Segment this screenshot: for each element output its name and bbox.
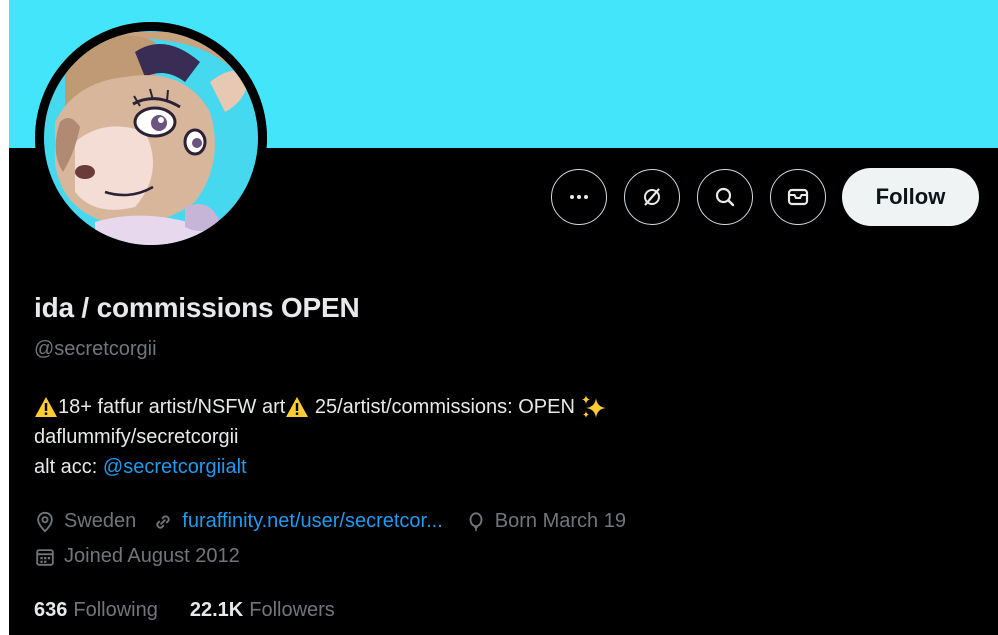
avatar[interactable]: [35, 22, 267, 254]
search-button[interactable]: [697, 169, 753, 225]
followers-link[interactable]: 22.1K Followers: [190, 599, 335, 622]
profile-handle: @secretcorgii: [34, 338, 157, 360]
follow-button[interactable]: Follow: [842, 168, 979, 226]
search-icon: [715, 187, 735, 207]
bio-alt-label: alt acc:: [34, 456, 103, 478]
profile-joined: Joined August 2012: [34, 545, 240, 568]
calendar-icon: [36, 548, 54, 566]
grok-button[interactable]: [624, 169, 680, 225]
warning-icon: [286, 397, 309, 417]
profile-stats: 636 Following 22.1K Followers: [34, 599, 335, 622]
bio-text-part1: 18+ fatfur artist/NSFW art: [58, 396, 286, 418]
balloon-icon: [469, 511, 483, 531]
followers-label: Followers: [249, 599, 335, 621]
alt-account-link[interactable]: @secretcorgiialt: [103, 452, 247, 482]
bio-line: daflummify/secretcorgii: [34, 426, 239, 448]
more-icon: [570, 195, 588, 199]
website-link[interactable]: furaffinity.net/user/secretcor...: [182, 510, 443, 533]
profile-display-name: ida / commissions OPEN: [34, 292, 360, 323]
following-link[interactable]: 636 Following: [34, 599, 158, 622]
link-icon: [156, 514, 170, 529]
birthday-text: Born March 19: [494, 510, 626, 532]
sparkles-icon: [582, 395, 607, 418]
profile-actions: Follow: [551, 168, 979, 226]
more-button[interactable]: [551, 169, 607, 225]
following-label: Following: [73, 599, 158, 621]
mail-icon: [787, 188, 809, 206]
bio-text-part2: 25/artist/commissions: OPEN: [309, 396, 581, 418]
followers-count: 22.1K: [189, 599, 244, 621]
window-edge: [0, 0, 9, 635]
grok-icon: [644, 188, 660, 206]
profile-bio: 18+ fatfur artist/NSFW art 25/artist/com…: [34, 392, 608, 482]
location-icon: [37, 511, 53, 532]
warning-icon: [35, 397, 57, 417]
joined-text: Joined August 2012: [64, 545, 240, 567]
following-count: 636: [34, 599, 68, 621]
profile-meta: Sweden furaffinity.net/user/secretcor...…: [34, 510, 626, 533]
location-text: Sweden: [64, 510, 137, 532]
message-button[interactable]: [770, 169, 826, 225]
